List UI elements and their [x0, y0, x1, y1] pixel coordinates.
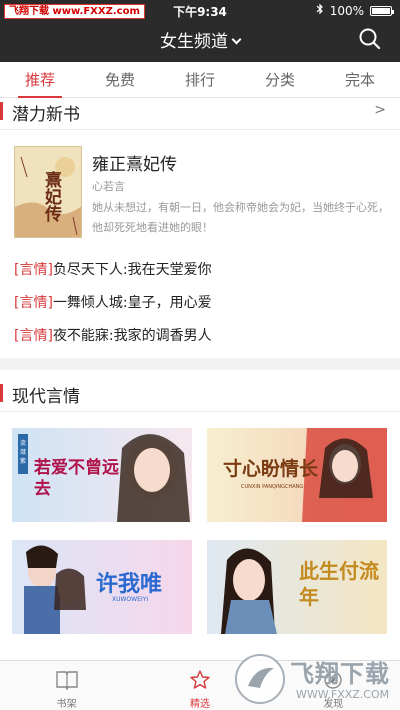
- section-title: 现代言情: [12, 387, 80, 407]
- banner-title: 寸心盼情长: [223, 458, 319, 480]
- top-bar: 下午9:34 100% 飞翔下载 www.FXXZ.com 女生频道: [0, 0, 400, 62]
- watermark-logo: 飞翔下载 WWW.FXXZ.COM: [230, 648, 400, 710]
- book-description: 她从未想过，有朝一日，他会称帝她会为妃，当她终于心死，他却死死地看进她的眼！: [92, 201, 389, 234]
- battery-icon: [370, 5, 394, 16]
- category-tabs: 推荐 免费 排行 分类 完本: [0, 62, 400, 98]
- genre-tag: [言情]: [14, 295, 53, 311]
- section-gap: [0, 358, 400, 370]
- star-icon: [190, 670, 210, 689]
- book-banner[interactable]: 许我唯 XUWOWEIYI: [12, 540, 192, 634]
- book-author: 心若言: [92, 180, 125, 193]
- book-title[interactable]: 雍正熹妃传: [92, 150, 177, 175]
- section-header-new-books[interactable]: 潜力新书 >: [0, 96, 400, 126]
- banner-subtitle: XUWOWEIYI: [112, 596, 149, 603]
- tab-free[interactable]: 免费: [80, 62, 160, 97]
- section-title: 潜力新书: [12, 105, 80, 125]
- channel-switcher[interactable]: 女生频道: [0, 27, 400, 52]
- channel-title: 女生频道: [160, 32, 228, 52]
- bluetooth-icon: [316, 3, 324, 18]
- tab-recommend[interactable]: 推荐: [0, 62, 80, 98]
- nav-bookshelf[interactable]: 书架: [0, 661, 133, 710]
- tab-finished[interactable]: 完本: [320, 62, 400, 97]
- book-cover[interactable]: 熹妃传: [14, 146, 82, 238]
- book-icon: [55, 671, 78, 691]
- recommend-item[interactable]: [言情]夜不能寐:我家的调香男人: [14, 325, 212, 345]
- search-icon: [359, 28, 381, 50]
- banner-title: 若爱不曾远去: [34, 458, 119, 499]
- recommend-title: 夜不能寐:我家的调香男人: [52, 328, 212, 344]
- watermark-brand: 飞翔下载: [290, 660, 390, 688]
- banner-title: 此生付流年: [299, 559, 379, 609]
- genre-tag: [言情]: [14, 262, 53, 278]
- book-banner[interactable]: 此生付流年: [207, 540, 387, 634]
- nav-label: 书架: [56, 699, 77, 710]
- search-button[interactable]: [358, 27, 382, 51]
- watermark-label: 飞翔下载 www.FXXZ.com: [4, 4, 145, 19]
- banner-subtitle: 流潋紫: [20, 440, 27, 465]
- banner-title: 许我唯: [96, 571, 163, 597]
- section-accent-bar: [0, 384, 3, 402]
- watermark-url: WWW.FXXZ.COM: [296, 688, 390, 701]
- recommend-title: 一舞倾人城:皇子，用心爱: [52, 295, 212, 311]
- tab-category[interactable]: 分类: [240, 62, 320, 97]
- status-indicators: 100%: [316, 3, 394, 18]
- section-header-modern-romance[interactable]: 现代言情: [0, 378, 400, 408]
- battery-percent: 100%: [329, 3, 364, 18]
- divider: [0, 129, 400, 130]
- section-accent-bar: [0, 102, 3, 120]
- genre-tag: [言情]: [14, 328, 53, 344]
- book-banner[interactable]: 若爱不曾远去 流潋紫: [12, 428, 192, 522]
- recommend-title: 负尽天下人:我在天堂爱你: [52, 262, 212, 278]
- more-arrow[interactable]: >: [374, 102, 386, 118]
- divider: [0, 411, 400, 412]
- chevron-down-icon: [231, 34, 242, 45]
- book-banner[interactable]: 寸心盼情长 CUNXIN PANQINGCHANG: [207, 428, 387, 522]
- recommend-item[interactable]: [言情]一舞倾人城:皇子，用心爱: [14, 292, 212, 312]
- cover-title: 熹妃传: [41, 171, 61, 222]
- banner-subtitle: CUNXIN PANQINGCHANG: [241, 484, 304, 490]
- tab-ranking[interactable]: 排行: [160, 62, 240, 97]
- recommend-item[interactable]: [言情]负尽天下人:我在天堂爱你: [14, 259, 212, 279]
